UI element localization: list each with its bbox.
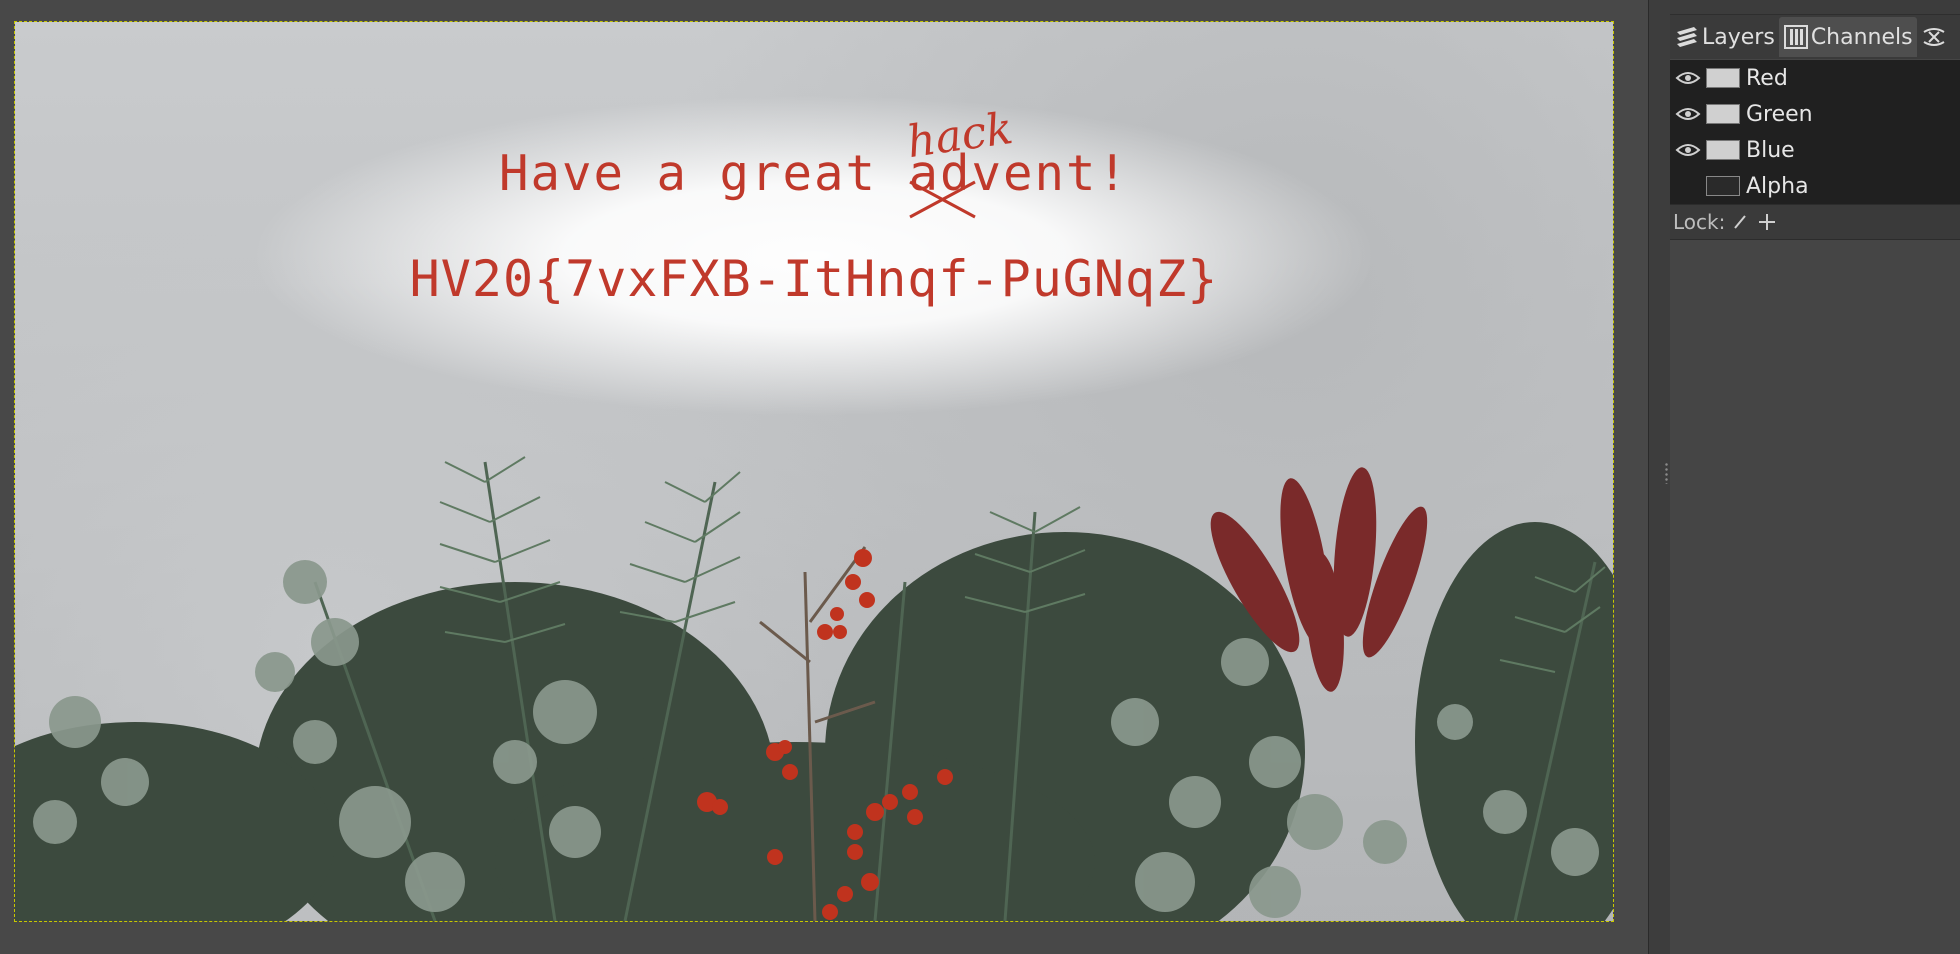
panel-empty-area	[1670, 240, 1960, 954]
channel-thumbnail	[1706, 68, 1740, 88]
eye-icon[interactable]	[1675, 104, 1701, 124]
lock-label: Lock:	[1673, 210, 1726, 234]
greeting-after: vent!	[971, 145, 1130, 202]
channel-list: Red Green Blue Alpha	[1670, 60, 1960, 204]
channel-label: Red	[1746, 65, 1788, 91]
dock-panel: Layers Channels Red Green Blue Alpha Loc…	[1670, 0, 1960, 954]
dock-tabs: Layers Channels	[1670, 15, 1960, 59]
tab-label: Layers	[1702, 24, 1775, 50]
eye-icon[interactable]	[1675, 68, 1701, 88]
channel-thumbnail	[1706, 140, 1740, 160]
image-canvas-area[interactable]: hack Have a great advent! HV20{7vxFXB-It…	[0, 0, 1648, 954]
channels-icon	[1783, 25, 1808, 49]
greeting-struck: ad	[908, 145, 972, 202]
tab-channels[interactable]: Channels	[1778, 17, 1917, 57]
eye-icon[interactable]	[1675, 140, 1701, 160]
lock-position-icon[interactable]	[1757, 212, 1777, 232]
greeting-text: Have a great advent!	[15, 145, 1613, 202]
image-canvas[interactable]: hack Have a great advent! HV20{7vxFXB-It…	[14, 21, 1614, 922]
layers-icon	[1677, 27, 1697, 47]
lock-pixels-icon[interactable]	[1731, 212, 1751, 232]
tab-paths[interactable]	[1917, 17, 1953, 57]
alpha-thumbnail-icon	[1706, 176, 1740, 196]
panel-top-strip	[1670, 0, 1960, 15]
channel-label: Blue	[1746, 137, 1795, 163]
greeting-before: Have a great	[498, 145, 909, 202]
paths-icon	[1923, 28, 1945, 46]
channel-thumbnail	[1706, 104, 1740, 124]
channel-row-alpha[interactable]: Alpha	[1670, 168, 1960, 204]
channel-label: Green	[1746, 101, 1813, 127]
tab-layers[interactable]: Layers	[1670, 17, 1779, 57]
tab-label: Channels	[1810, 24, 1913, 50]
channel-row-green[interactable]: Green	[1670, 96, 1960, 132]
lock-bar: Lock:	[1670, 204, 1960, 240]
channel-label: Alpha	[1746, 173, 1809, 199]
flag-text: HV20{7vxFXB-ItHnqf-PuGNqZ}	[409, 250, 1219, 308]
splitter-grip-icon[interactable]	[1665, 462, 1668, 484]
channel-row-blue[interactable]: Blue	[1670, 132, 1960, 168]
panel-splitter[interactable]	[1648, 0, 1672, 954]
channel-row-red[interactable]: Red	[1670, 60, 1960, 96]
